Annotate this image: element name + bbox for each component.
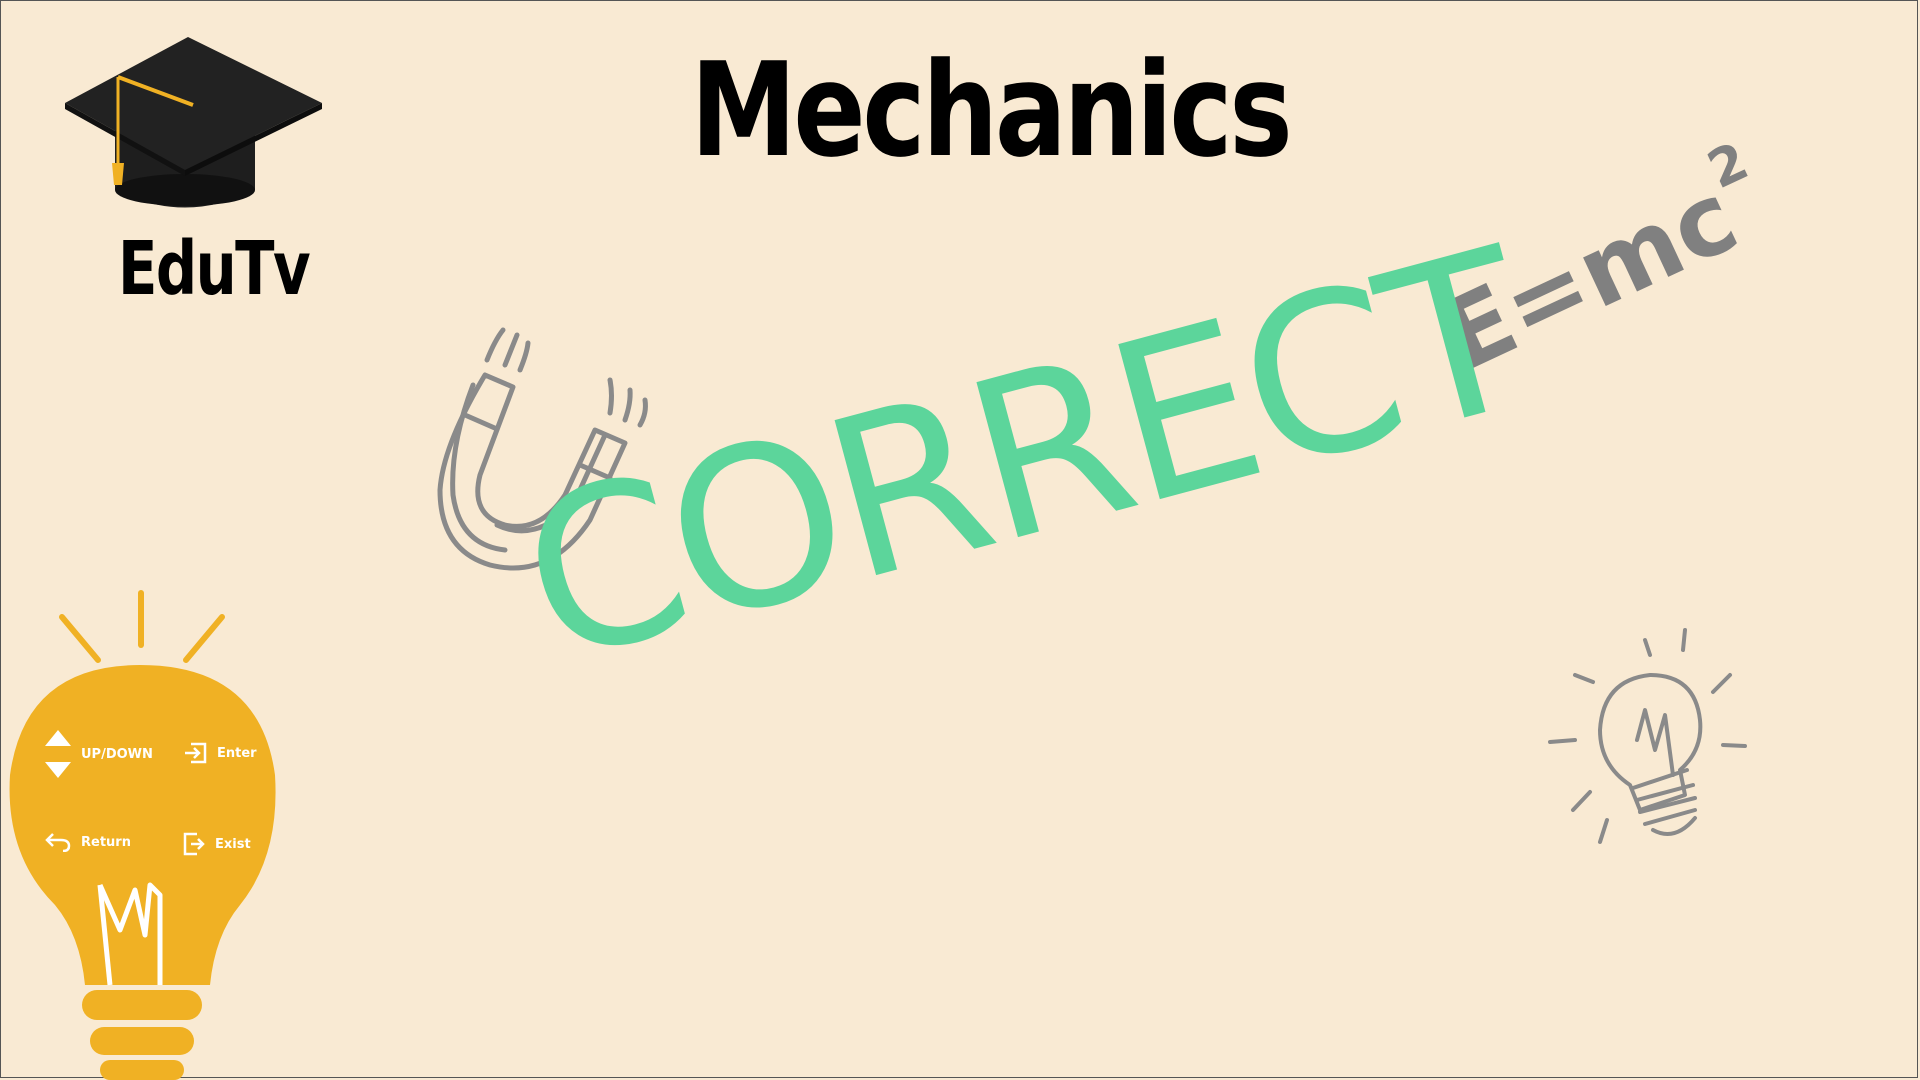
control-return[interactable]: Return: [45, 832, 131, 852]
control-return-label: Return: [81, 834, 131, 850]
exit-icon: [183, 832, 205, 856]
enter-icon: [185, 742, 207, 764]
control-exit-label: Exist: [215, 836, 251, 852]
result-correct-text: CORRECT: [498, 201, 1548, 713]
control-enter-label: Enter: [217, 745, 257, 761]
control-enter[interactable]: Enter: [183, 742, 257, 764]
control-up-down-label: UP/DOWN: [81, 746, 153, 762]
up-down-arrows-icon: [45, 730, 71, 778]
control-exit[interactable]: Exist: [183, 832, 251, 856]
lightbulb-sketch-icon: [1548, 628, 1747, 844]
brand-name: EduTv: [118, 226, 311, 312]
return-icon: [45, 833, 71, 852]
control-up-down[interactable]: UP/DOWN: [45, 730, 153, 778]
page-title: Mechanics: [690, 34, 1293, 186]
